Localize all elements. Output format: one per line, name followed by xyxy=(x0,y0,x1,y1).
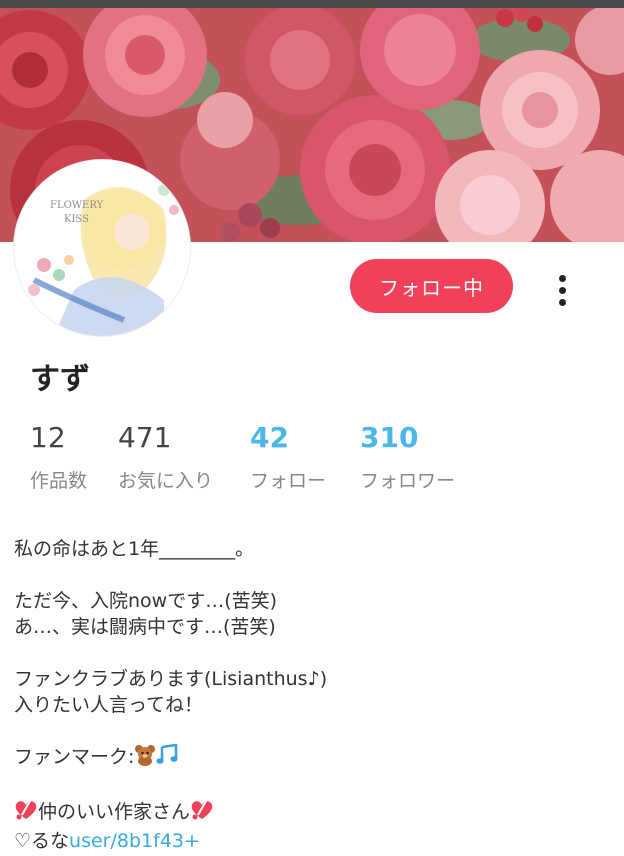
status-strip xyxy=(0,0,624,8)
avatar-logo-text: FLOWERY xyxy=(50,200,104,211)
stat-following[interactable]: 42 フォロー xyxy=(250,420,326,493)
stat-favorites-count: 471 xyxy=(118,421,172,454)
bio-line: ただ今、入院nowです…(苦笑) xyxy=(14,590,278,612)
bio-line: 私の命はあと1年________。 xyxy=(14,538,255,560)
friend-name: ♡るな xyxy=(14,830,70,852)
stat-favorites[interactable]: 471 お気に入り xyxy=(118,420,213,493)
friends-heading: 仲のいい作家さん xyxy=(14,799,614,828)
user-name: すず xyxy=(30,362,90,397)
svg-text:KISS: KISS xyxy=(64,214,89,225)
bio-line: ファンマーク: xyxy=(14,746,135,768)
stat-followers[interactable]: 310 フォロワー xyxy=(360,420,455,493)
following-button[interactable]: フォロー中 xyxy=(350,259,513,313)
bio-line: あ…、実は闘病中です…(苦笑) xyxy=(14,616,276,638)
friend-entry: ♡るなuser/8b1f43+ xyxy=(14,828,614,854)
stat-followers-label: フォロワー xyxy=(360,470,456,492)
bio-line: 仲のいい作家さん xyxy=(38,801,191,823)
friend-user-link[interactable]: user/8b1f43+ xyxy=(69,830,200,852)
stat-works-count: 12 xyxy=(30,421,66,454)
stat-following-label: フォロー xyxy=(250,470,327,492)
music-notes-icon xyxy=(156,743,180,773)
stat-favorites-label: お気に入り xyxy=(118,470,214,492)
heart-exclamation-icon xyxy=(190,799,214,828)
fanmark-line: ファンマーク: xyxy=(14,743,614,773)
bio-line: 入りたい人言ってね！ xyxy=(14,694,204,716)
avatar[interactable]: FLOWERY KISS xyxy=(14,160,190,336)
teddy-bear-icon xyxy=(134,744,156,773)
more-menu-icon[interactable] xyxy=(548,270,576,310)
profile-bio: 私の命はあと1年________。 ただ今、入院nowです…(苦笑) あ…、実は… xyxy=(14,536,614,854)
heart-exclamation-icon xyxy=(14,799,38,828)
stat-works-label: 作品数 xyxy=(30,470,88,492)
bio-line: ファンクラブあります(Lisianthus♪) xyxy=(14,668,328,690)
stat-works[interactable]: 12 作品数 xyxy=(30,420,87,493)
avatar-illustration: FLOWERY KISS xyxy=(14,160,190,336)
stat-following-count: 42 xyxy=(250,421,289,454)
stat-followers-count: 310 xyxy=(360,421,419,454)
